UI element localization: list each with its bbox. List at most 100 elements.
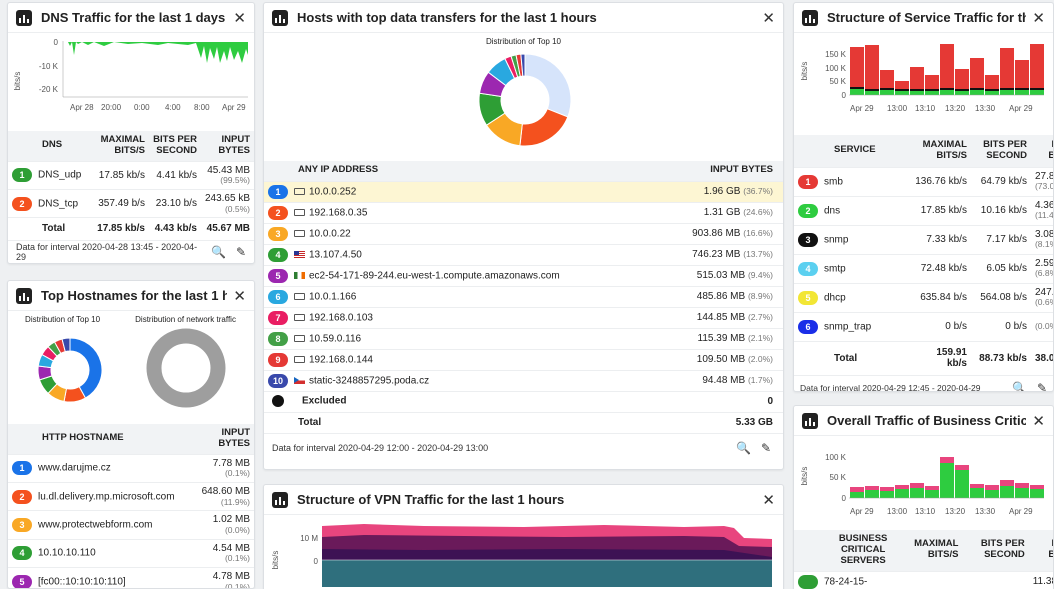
table-row[interactable]: 4 10.10.10.110 4.54 MB (0.1%) — [8, 538, 254, 568]
row-name: 78-24-15- — [824, 576, 868, 588]
table-row[interactable]: 5 [fc00::10:10:10:110] 4.78 MB (0.1%) — [8, 566, 254, 589]
column-header[interactable]: DNS — [8, 131, 89, 162]
table-row[interactable]: 6 snmp_trap 0 b/s 0 b/s (0.0%) — [794, 311, 1053, 341]
column-header[interactable]: MAXIMAL BITS/S — [910, 135, 971, 167]
bar-segment — [910, 91, 924, 95]
row-name[interactable]: 10.59.0.116 — [309, 333, 361, 344]
column-header[interactable]: INPUT BYTES — [200, 131, 254, 162]
x-tick: 0:00 — [134, 103, 150, 112]
y-tick: 150 K — [825, 50, 847, 59]
close-icon[interactable]: ✕ — [762, 9, 775, 27]
edit-icon[interactable]: ✎ — [236, 245, 246, 259]
row-pct: (0.1%) — [224, 581, 250, 589]
column-header[interactable]: ANY IP ADDRESS — [264, 161, 659, 181]
bar-segment — [1030, 485, 1044, 489]
bar-segment — [880, 491, 894, 498]
table-row[interactable]: 78-24-15- 11.38 MB — [794, 570, 1053, 589]
close-icon[interactable]: ✕ — [1032, 9, 1045, 27]
table-row[interactable]: 3 www.protectwebform.com 1.02 MB (0.0%) — [8, 510, 254, 540]
table-row[interactable]: 4smtp 72.48 kb/s 6.05 kb/s 2.59 MB(6.8%) — [794, 253, 1053, 283]
table-row[interactable]: 6 10.0.1.166 485.86 MB (8.9%) — [264, 285, 783, 307]
close-icon[interactable]: ✕ — [762, 491, 775, 509]
row-name[interactable]: www.darujme.cz — [38, 463, 111, 474]
column-header[interactable]: HTTP HOSTNAME — [8, 424, 198, 455]
row-name[interactable]: 192.168.0.144 — [309, 354, 373, 365]
table-row[interactable]: 2 lu.dl.delivery.mp.microsoft.com 648.60 … — [8, 482, 254, 511]
close-icon[interactable]: ✕ — [1032, 412, 1045, 430]
column-header[interactable]: MAXIMAL BITS/S — [896, 530, 963, 572]
rank-badge: 1 — [12, 168, 32, 183]
row-name[interactable]: 192.168.0.35 — [309, 207, 367, 218]
row-name[interactable]: 13.107.4.50 — [309, 249, 362, 260]
row-name[interactable]: 10.0.1.166 — [309, 291, 356, 302]
rank-badge: 1 — [798, 174, 818, 189]
column-header[interactable]: INPUT BYTES — [1028, 530, 1053, 572]
y-tick: 50 K — [830, 473, 847, 482]
table-row[interactable]: 3 10.0.0.22 903.86 MB (16.6%) — [264, 222, 783, 244]
row-pct: (9.4%) — [747, 269, 773, 280]
table-row[interactable]: 1smb 136.76 kb/s 64.79 kb/s 27.81 MB(73.… — [794, 166, 1053, 196]
search-icon[interactable]: 🔍 — [736, 441, 751, 455]
chart-icon — [16, 287, 32, 304]
table-row[interactable]: 3snmp 7.33 kb/s 7.17 kb/s 3.08 MB(8.1%) — [794, 224, 1053, 254]
table-row[interactable]: 5dhcp 635.84 b/s 564.08 b/s 247.89 kB(0.… — [794, 282, 1053, 312]
business-table: BUSINESS CRITICAL SERVERS MAXIMAL BITS/S… — [794, 530, 1053, 589]
row-name[interactable]: 10.0.0.252 — [309, 186, 356, 197]
table-row[interactable]: 1 10.0.0.252 1.96 GB (36.7%) — [264, 180, 783, 202]
search-icon[interactable]: 🔍 — [1012, 381, 1027, 392]
table-row[interactable]: 10 static-3248857295.poda.cz 94.48 MB (1.… — [264, 369, 783, 391]
column-header[interactable]: INPUT BYTES — [1030, 135, 1053, 167]
row-name: smb — [824, 176, 843, 188]
total-row: Total 5.33 GB — [264, 411, 783, 433]
edit-icon[interactable]: ✎ — [1037, 381, 1047, 392]
column-header[interactable]: BITS PER SECOND — [148, 131, 201, 162]
search-icon[interactable]: 🔍 — [211, 245, 226, 259]
interval-text: Data for interval 2020-04-28 13:45 - 202… — [16, 242, 198, 263]
top-hostnames-widget: Top Hostnames for the last 1 hours ✕ Dis… — [7, 280, 255, 589]
column-header[interactable]: SERVICE — [794, 135, 911, 167]
column-header[interactable]: BUSINESS CRITICAL SERVERS — [794, 530, 897, 572]
close-icon[interactable]: ✕ — [233, 9, 246, 27]
row-name[interactable]: [fc00::10:10:10:110] — [38, 576, 126, 587]
column-header[interactable]: INPUT BYTES — [658, 161, 783, 181]
table-row[interactable]: 4 13.107.4.50 746.23 MB (13.7%) — [264, 243, 783, 265]
widget-header: DNS Traffic for the last 1 days ✕ — [8, 3, 254, 33]
table-row[interactable]: 2 192.168.0.35 1.31 GB (24.6%) — [264, 201, 783, 223]
table-row[interactable]: 7 192.168.0.103 144.85 MB (2.7%) — [264, 306, 783, 328]
table-row[interactable]: 2dns 17.85 kb/s 10.16 kb/s 4.36 MB(11.4%… — [794, 195, 1053, 225]
row-name: DNS_tcp — [38, 198, 79, 210]
row-name[interactable]: 10.0.0.22 — [309, 228, 351, 239]
column-header[interactable]: INPUT BYTES — [197, 424, 254, 455]
table-row[interactable]: 8 10.59.0.116 115.39 MB (2.1%) — [264, 327, 783, 349]
row-name[interactable]: 10.10.10.110 — [38, 548, 96, 559]
donut-slice[interactable] — [524, 53, 572, 118]
edit-icon[interactable]: ✎ — [761, 441, 771, 455]
row-name: snmp — [824, 234, 849, 246]
close-icon[interactable]: ✕ — [233, 287, 246, 305]
row-name[interactable]: lu.dl.delivery.mp.microsoft.com — [38, 491, 175, 502]
column-header[interactable]: BITS PER SECOND — [962, 530, 1029, 572]
bar-segment — [895, 485, 909, 489]
bar-segment — [850, 87, 864, 89]
bar-segment — [910, 488, 924, 498]
donut-slice[interactable] — [519, 108, 569, 147]
rank-badge: 1 — [12, 461, 32, 476]
table-row[interactable]: 1 www.darujme.cz 7.78 MB (0.1%) — [8, 453, 254, 483]
table-row[interactable]: 5 ec2-54-171-89-244.eu-west-1.compute.ama… — [264, 264, 783, 286]
column-header[interactable]: MAXIMAL BITS/S — [88, 131, 149, 162]
bar-segment — [970, 58, 984, 88]
row-pct: (0.6%) — [1034, 297, 1053, 308]
table-row[interactable]: 2 DNS_tcp 357.49 b/s 23.10 b/s 243.65 kB(… — [8, 189, 254, 218]
column-header[interactable]: BITS PER SECOND — [970, 135, 1031, 167]
bar-segment — [985, 91, 999, 95]
row-pct: (13.7%) — [743, 248, 773, 259]
row-name[interactable]: 192.168.0.103 — [309, 312, 373, 323]
row-name[interactable]: www.protectwebform.com — [38, 520, 152, 531]
y-tick: 50 K — [830, 77, 847, 86]
table-row[interactable]: 1 DNS_udp 17.85 kb/s 4.41 kb/s 45.43 MB (9… — [8, 160, 254, 190]
row-name[interactable]: static-3248857295.poda.cz — [309, 375, 429, 386]
row-name[interactable]: ec2-54-171-89-244.eu-west-1.compute.amaz… — [309, 270, 560, 281]
rank-badge: 6 — [268, 289, 288, 304]
table-row[interactable]: 9 192.168.0.144 109.50 MB (2.0%) — [264, 348, 783, 370]
y-tick: 10 M — [300, 534, 318, 543]
